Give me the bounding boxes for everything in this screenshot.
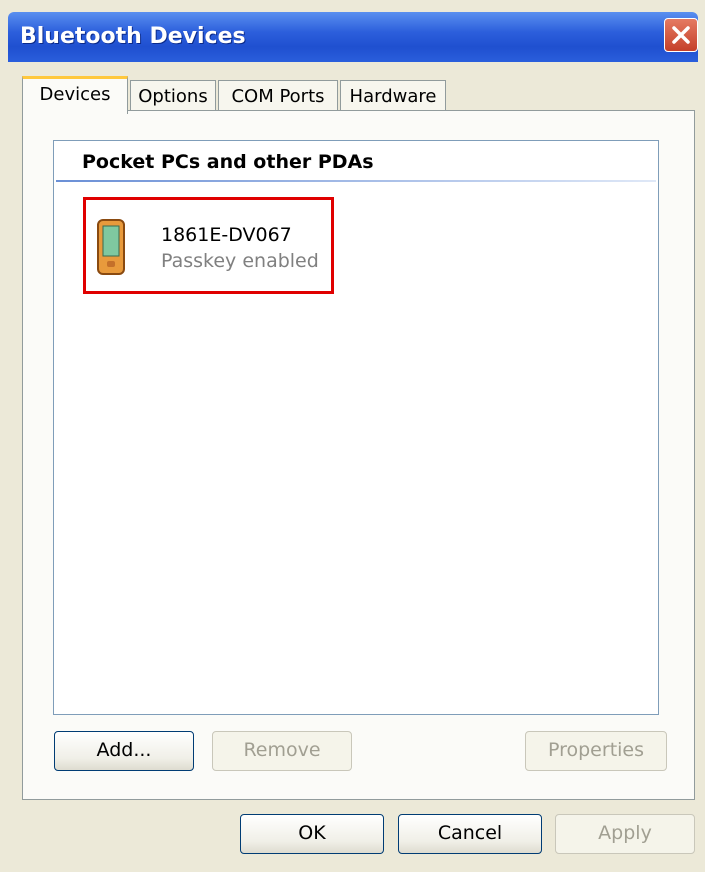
group-divider: [56, 180, 656, 182]
tab-hardware-label: Hardware: [349, 86, 437, 107]
close-icon: [672, 26, 690, 44]
window-title: Bluetooth Devices: [20, 24, 246, 49]
device-name: 1861E-DV067: [161, 224, 292, 246]
add-button[interactable]: Add...: [54, 731, 194, 771]
cancel-button[interactable]: Cancel: [398, 814, 542, 854]
group-header: Pocket PCs and other PDAs: [82, 151, 374, 173]
close-button[interactable]: [664, 18, 698, 52]
properties-button[interactable]: Properties: [525, 731, 667, 771]
tab-options[interactable]: Options: [130, 80, 216, 114]
device-status: Passkey enabled: [161, 250, 319, 272]
device-list[interactable]: Pocket PCs and other PDAs 1861E-DV067 Pa…: [53, 140, 659, 715]
title-bar[interactable]: Bluetooth Devices: [8, 12, 698, 62]
remove-button[interactable]: Remove: [212, 731, 352, 771]
ok-button[interactable]: OK: [240, 814, 384, 854]
device-item[interactable]: 1861E-DV067 Passkey enabled: [83, 197, 334, 294]
apply-button[interactable]: Apply: [555, 814, 695, 854]
devices-tab-panel: Pocket PCs and other PDAs 1861E-DV067 Pa…: [22, 110, 695, 800]
tab-hardware[interactable]: Hardware: [340, 80, 446, 114]
tab-com-ports[interactable]: COM Ports: [218, 80, 338, 114]
tab-options-label: Options: [138, 86, 208, 107]
tab-devices-label: Devices: [39, 84, 111, 105]
pda-icon: [97, 219, 125, 275]
tab-com-ports-label: COM Ports: [231, 86, 325, 107]
tab-devices[interactable]: Devices: [22, 76, 128, 114]
title-bar-area: Bluetooth Devices: [0, 0, 705, 74]
